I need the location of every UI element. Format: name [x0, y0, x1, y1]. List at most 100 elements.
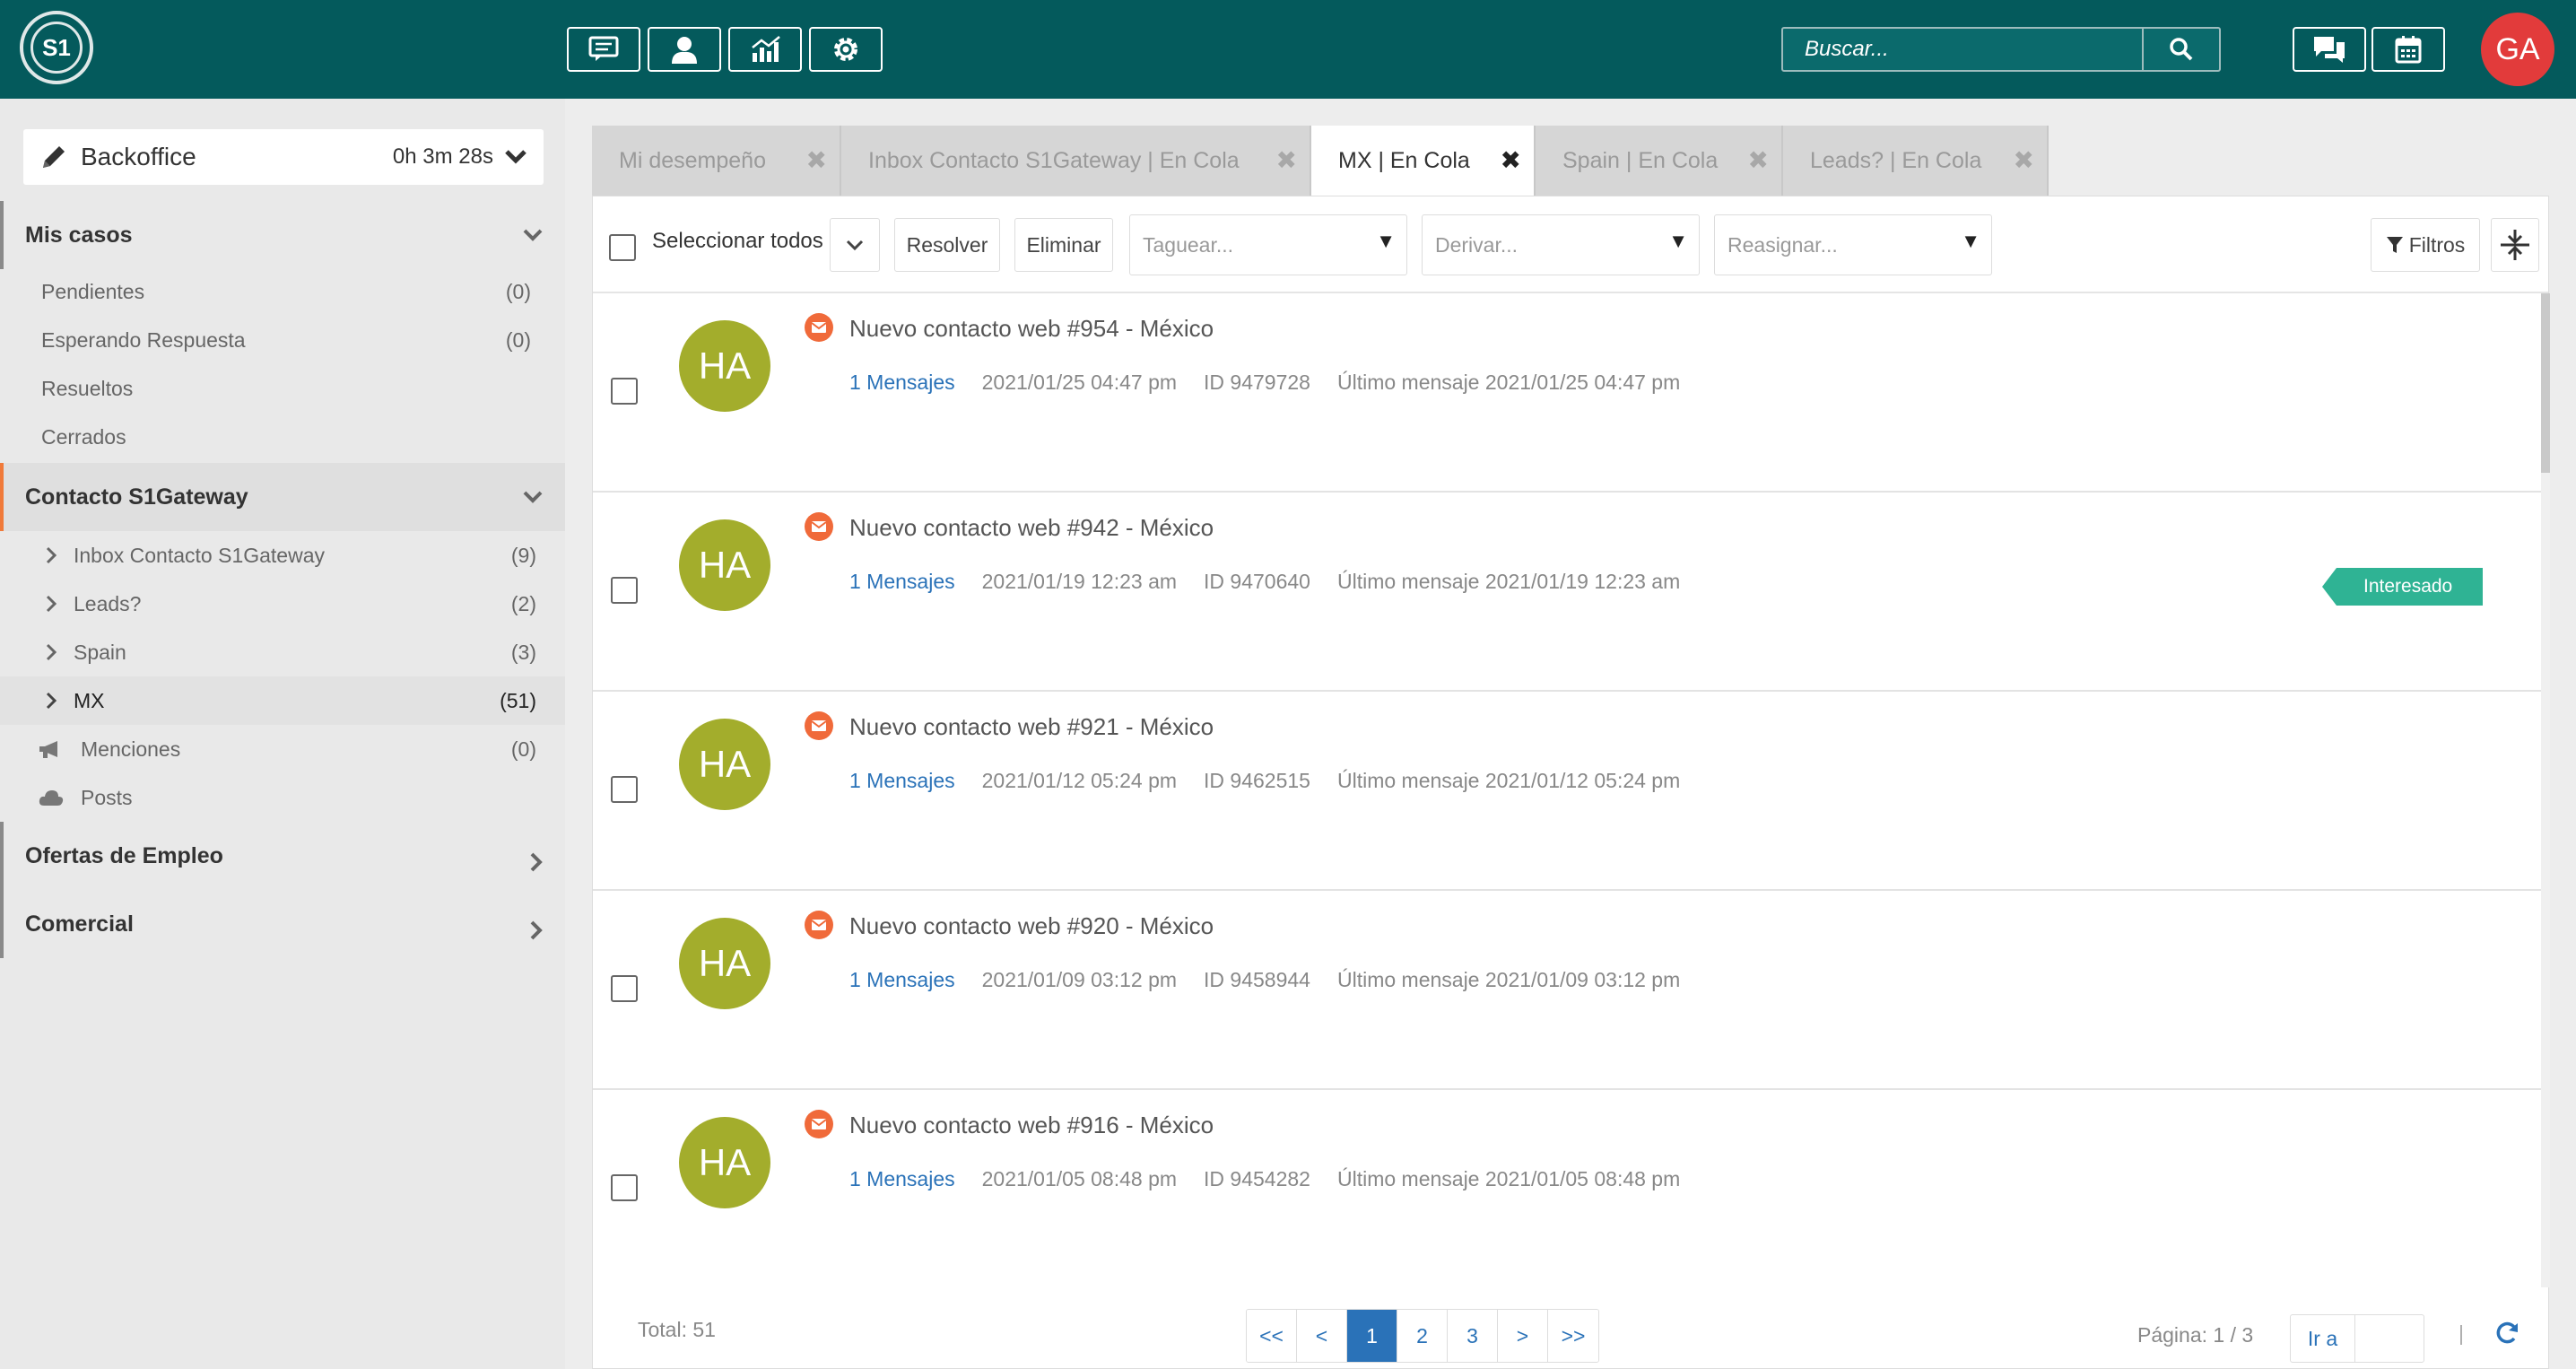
case-messages-link[interactable]: 1 Mensajes [849, 968, 955, 992]
case-row[interactable]: HA Nuevo contacto web #916 - México 1 Me… [593, 1090, 2541, 1287]
section-title: Contacto S1Gateway [25, 484, 248, 510]
email-icon [805, 711, 833, 740]
section-ofertas-de-empleo[interactable]: Ofertas de Empleo [0, 822, 565, 890]
contacts-button[interactable] [648, 27, 721, 72]
next-page-button[interactable]: > [1498, 1310, 1548, 1362]
case-title[interactable]: Nuevo contacto web #954 - México [849, 315, 1214, 343]
session-timer: 0h 3m 28s [392, 144, 493, 169]
sidebar-item-mx[interactable]: MX (51) [0, 676, 565, 725]
derive-select[interactable]: Derivar... ▼ [1422, 214, 1700, 275]
last-page-button[interactable]: >> [1548, 1310, 1598, 1362]
backoffice-selector[interactable]: Backoffice 0h 3m 28s [23, 129, 544, 185]
backoffice-title: Backoffice [81, 143, 196, 170]
select-options-button[interactable] [830, 218, 880, 272]
avatar: HA [679, 320, 770, 412]
chevron-right-icon [46, 643, 57, 661]
case-messages-link[interactable]: 1 Mensajes [849, 1167, 955, 1191]
case-title[interactable]: Nuevo contacto web #916 - México [849, 1112, 1214, 1139]
case-checkbox[interactable] [611, 776, 638, 803]
tab-label: Leads? | En Cola [1810, 147, 1982, 173]
reassign-select[interactable]: Reasignar... ▼ [1714, 214, 1992, 275]
delete-button[interactable]: Eliminar [1014, 218, 1113, 272]
sidebar-item-inbox-contacto[interactable]: Inbox Contacto S1Gateway (9) [0, 531, 565, 580]
settings-button[interactable] [809, 27, 883, 72]
chat-button[interactable] [567, 27, 640, 72]
case-title[interactable]: Nuevo contacto web #921 - México [849, 713, 1214, 741]
stats-button[interactable] [728, 27, 802, 72]
case-row[interactable]: HA Nuevo contacto web #954 - México 1 Me… [593, 293, 2541, 493]
list-scrollbar[interactable] [2541, 293, 2550, 1287]
sidebar-item-posts[interactable]: Posts [0, 773, 565, 822]
close-icon[interactable]: ✖ [2014, 145, 2034, 175]
case-tag[interactable]: Interesado [2321, 568, 2484, 606]
case-date: 2021/01/12 05:24 pm [981, 769, 1178, 792]
select-all-checkbox[interactable] [609, 234, 636, 261]
pagination: << < 1 2 3 > >> [1246, 1309, 1599, 1363]
sidebar-item-label: Posts [81, 785, 133, 809]
refresh-icon[interactable] [2494, 1320, 2519, 1345]
section-contacto-s1gateway[interactable]: Contacto S1Gateway [0, 463, 565, 531]
reassign-select-placeholder: Reasignar... [1727, 232, 1838, 257]
prev-page-button[interactable]: < [1297, 1310, 1347, 1362]
section-mis-casos[interactable]: Mis casos [0, 201, 565, 269]
first-page-button[interactable]: << [1247, 1310, 1297, 1362]
case-checkbox[interactable] [611, 975, 638, 1002]
tab-mx[interactable]: MX | En Cola ✖ [1311, 126, 1536, 196]
chevron-right-icon [46, 595, 57, 613]
conversations-button[interactable] [2293, 27, 2366, 72]
tab-label: MX | En Cola [1338, 147, 1470, 173]
sidebar-item-leads[interactable]: Leads? (2) [0, 580, 565, 628]
logo[interactable]: S1 [20, 11, 93, 84]
tab-inbox-contacto[interactable]: Inbox Contacto S1Gateway | En Cola ✖ [841, 126, 1311, 196]
close-icon[interactable]: ✖ [1748, 145, 1769, 175]
tag-select[interactable]: Taguear... ▼ [1129, 214, 1407, 275]
scrollbar-thumb[interactable] [2541, 293, 2550, 473]
case-title[interactable]: Nuevo contacto web #942 - México [849, 514, 1214, 542]
case-meta: 1 Mensajes 2021/01/19 12:23 am ID 947064… [849, 570, 1680, 594]
sidebar-item-pendientes[interactable]: Pendientes (0) [0, 267, 565, 316]
caret-down-icon: ▼ [1668, 230, 1688, 252]
goto-page-input[interactable] [2355, 1315, 2424, 1362]
page-info: Página: 1 / 3 [2137, 1323, 2254, 1347]
case-row[interactable]: HA Nuevo contacto web #942 - México 1 Me… [593, 493, 2541, 692]
tab-spain[interactable]: Spain | En Cola ✖ [1536, 126, 1783, 196]
case-date: 2021/01/09 03:12 pm [981, 968, 1178, 991]
sidebar-item-resueltos[interactable]: Resueltos [0, 364, 565, 413]
close-icon[interactable]: ✖ [806, 145, 827, 175]
case-title[interactable]: Nuevo contacto web #920 - México [849, 912, 1214, 940]
goto-button[interactable]: Ir a [2291, 1315, 2355, 1362]
tab-leads[interactable]: Leads? | En Cola ✖ [1783, 126, 2049, 196]
resolve-button[interactable]: Resolver [894, 218, 1000, 272]
case-checkbox[interactable] [611, 577, 638, 604]
sidebar-item-spain[interactable]: Spain (3) [0, 628, 565, 676]
goto-page: Ir a [2290, 1314, 2424, 1363]
page-1-button[interactable]: 1 [1347, 1310, 1397, 1362]
tab-bar: Mi desempeño ✖ Inbox Contacto S1Gateway … [592, 126, 2049, 196]
search-input[interactable]: Buscar... [1783, 29, 2142, 70]
case-messages-link[interactable]: 1 Mensajes [849, 769, 955, 793]
case-checkbox[interactable] [611, 378, 638, 405]
close-icon[interactable]: ✖ [1276, 145, 1297, 175]
page-2-button[interactable]: 2 [1397, 1310, 1448, 1362]
sidebar-item-cerrados[interactable]: Cerrados [0, 413, 565, 461]
case-messages-link[interactable]: 1 Mensajes [849, 570, 955, 594]
case-last-message: Último mensaje 2021/01/05 08:48 pm [1336, 1167, 1681, 1190]
sidebar-item-count: (2) [510, 591, 536, 615]
compact-view-button[interactable] [2491, 218, 2539, 272]
case-messages-link[interactable]: 1 Mensajes [849, 371, 955, 395]
calendar-button[interactable] [2371, 27, 2445, 72]
sidebar-item-esperando-respuesta[interactable]: Esperando Respuesta (0) [0, 316, 565, 364]
search-button[interactable] [2142, 29, 2219, 70]
case-row[interactable]: HA Nuevo contacto web #921 - México 1 Me… [593, 692, 2541, 891]
case-row[interactable]: HA Nuevo contacto web #920 - México 1 Me… [593, 891, 2541, 1090]
case-checkbox[interactable] [611, 1174, 638, 1201]
user-avatar[interactable]: GA [2481, 13, 2554, 86]
close-icon[interactable]: ✖ [1501, 145, 1521, 175]
tab-mi-desempeno[interactable]: Mi desempeño ✖ [592, 126, 841, 196]
page-3-button[interactable]: 3 [1448, 1310, 1498, 1362]
filters-button[interactable]: Filtros [2371, 218, 2480, 272]
sidebar-item-count: (0) [505, 279, 531, 303]
section-comercial[interactable]: Comercial [0, 890, 565, 958]
sidebar-item-menciones[interactable]: Menciones (0) [0, 725, 565, 773]
tab-label: Spain | En Cola [1562, 147, 1719, 173]
